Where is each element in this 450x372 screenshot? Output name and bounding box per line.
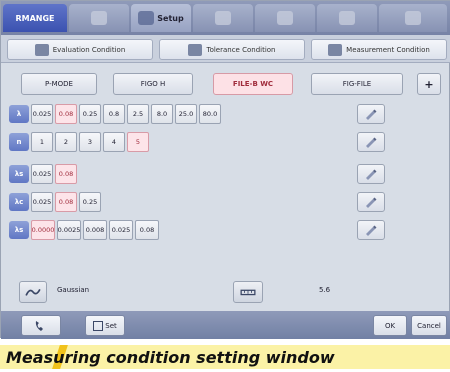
- top-tab-bar: RMANGE Setup: [1, 1, 450, 35]
- tab-measure-label: RMANGE: [15, 13, 55, 23]
- sub-tab-bar: Evaluation Condition Tolerance Condition…: [1, 35, 450, 63]
- row2-cell-5[interactable]: 5: [127, 132, 149, 152]
- file-icon: [93, 320, 104, 331]
- row4-edit-button[interactable]: [357, 192, 385, 212]
- pencil-icon: [366, 197, 377, 208]
- row1-edit-button[interactable]: [357, 104, 385, 124]
- row4-cell-1[interactable]: 0.025: [31, 192, 53, 212]
- filter-icon[interactable]: [19, 281, 47, 303]
- row-label-n: n: [9, 133, 29, 151]
- row2-cell-4[interactable]: 4: [103, 132, 125, 152]
- condition-icon: [34, 43, 49, 56]
- row2-cell-1[interactable]: 1: [31, 132, 53, 152]
- pencil-icon: [366, 109, 377, 120]
- setup-icon: [138, 11, 155, 25]
- row-label-lambda-c: λc: [9, 193, 29, 211]
- add-method-button[interactable]: +: [417, 73, 441, 95]
- filter-label: Gaussian: [57, 286, 90, 294]
- length-icon[interactable]: [233, 281, 263, 303]
- row5-cell-3[interactable]: 0.008: [83, 220, 107, 240]
- method-button-1[interactable]: P-MODE: [21, 73, 97, 95]
- cancel-button[interactable]: Cancel: [411, 315, 447, 336]
- ok-button[interactable]: OK: [373, 315, 407, 336]
- subtab-evaluation-label: Evaluation Condition: [52, 45, 126, 54]
- row1-cell-8[interactable]: 80.0: [199, 104, 221, 124]
- subtab-tolerance-condition[interactable]: Tolerance Condition: [159, 39, 305, 60]
- phone-button[interactable]: [21, 315, 61, 336]
- tab-report[interactable]: [317, 4, 377, 32]
- length-value: 5.6: [319, 286, 331, 294]
- row-label-lambda-s: λs: [9, 165, 29, 183]
- report-icon: [339, 11, 355, 25]
- filter-info-area: Gaussian 5.6: [1, 273, 450, 311]
- graph-icon: [277, 11, 293, 25]
- caption-bar: Measuring condition setting window: [0, 345, 450, 369]
- row1-cell-4[interactable]: 0.8: [103, 104, 125, 124]
- measuring-condition-window: RMANGE Setup Evaluation Condition Tolera…: [0, 0, 450, 339]
- file-button[interactable]: Set: [85, 315, 125, 336]
- row-label-lambda-s2: λs: [9, 221, 29, 239]
- row1-cell-2[interactable]: 0.08: [55, 104, 77, 124]
- row5-edit-button[interactable]: [357, 220, 385, 240]
- row5-cell-4[interactable]: 0.025: [109, 220, 133, 240]
- row4-cell-3[interactable]: 0.25: [79, 192, 101, 212]
- pencil-icon: [366, 137, 377, 148]
- row3-cell-2[interactable]: 0.08: [55, 164, 77, 184]
- method-button-4[interactable]: FIG-FILE: [311, 73, 403, 95]
- row5-cell-5[interactable]: 0.08: [135, 220, 159, 240]
- tools-icon: [405, 11, 421, 25]
- tab-setup[interactable]: Setup: [131, 4, 191, 32]
- row1-cell-5[interactable]: 2.5: [127, 104, 149, 124]
- row2-cell-3[interactable]: 3: [79, 132, 101, 152]
- phone-icon: [35, 320, 43, 331]
- row4-cell-2[interactable]: 0.08: [55, 192, 77, 212]
- row3-cell-1[interactable]: 0.025: [31, 164, 53, 184]
- pen-icon: [215, 11, 231, 25]
- row1-cell-3[interactable]: 0.25: [79, 104, 101, 124]
- row1-cell-1[interactable]: 0.025: [31, 104, 53, 124]
- file-button-label: Set: [105, 321, 117, 330]
- tolerance-icon: [188, 43, 203, 56]
- method-button-2[interactable]: FIGO H: [113, 73, 193, 95]
- tab-tools[interactable]: [379, 4, 447, 32]
- subtab-evaluation-condition[interactable]: Evaluation Condition: [7, 39, 153, 60]
- row1-cell-7[interactable]: 25.0: [175, 104, 197, 124]
- row-label-lambda: λ: [9, 105, 29, 123]
- subtab-tolerance-label: Tolerance Condition: [206, 45, 276, 54]
- subtab-measurement-condition[interactable]: Measurement Condition: [311, 39, 447, 60]
- method-button-3-selected[interactable]: FILE-B WC: [213, 73, 293, 95]
- caption-text: Measuring condition setting window: [6, 347, 335, 367]
- row3-edit-button[interactable]: [357, 164, 385, 184]
- pencil-icon: [366, 225, 377, 236]
- measurement-icon: [328, 43, 343, 56]
- subtab-measurement-label: Measurement Condition: [346, 45, 430, 54]
- tab-graph[interactable]: [255, 4, 315, 32]
- tab-setup-label: Setup: [157, 13, 184, 23]
- tab-probe[interactable]: [69, 4, 129, 32]
- probe-icon: [91, 11, 107, 25]
- row5-cell-1[interactable]: 0.0000: [31, 220, 55, 240]
- pencil-icon: [366, 169, 377, 180]
- footer-bar: Set OK Cancel: [1, 311, 450, 339]
- tab-measure[interactable]: RMANGE: [3, 4, 67, 32]
- row1-cell-6[interactable]: 8.0: [151, 104, 173, 124]
- row5-cell-2[interactable]: 0.0025: [57, 220, 81, 240]
- tab-pen[interactable]: [193, 4, 253, 32]
- row2-edit-button[interactable]: [357, 132, 385, 152]
- row2-cell-2[interactable]: 2: [55, 132, 77, 152]
